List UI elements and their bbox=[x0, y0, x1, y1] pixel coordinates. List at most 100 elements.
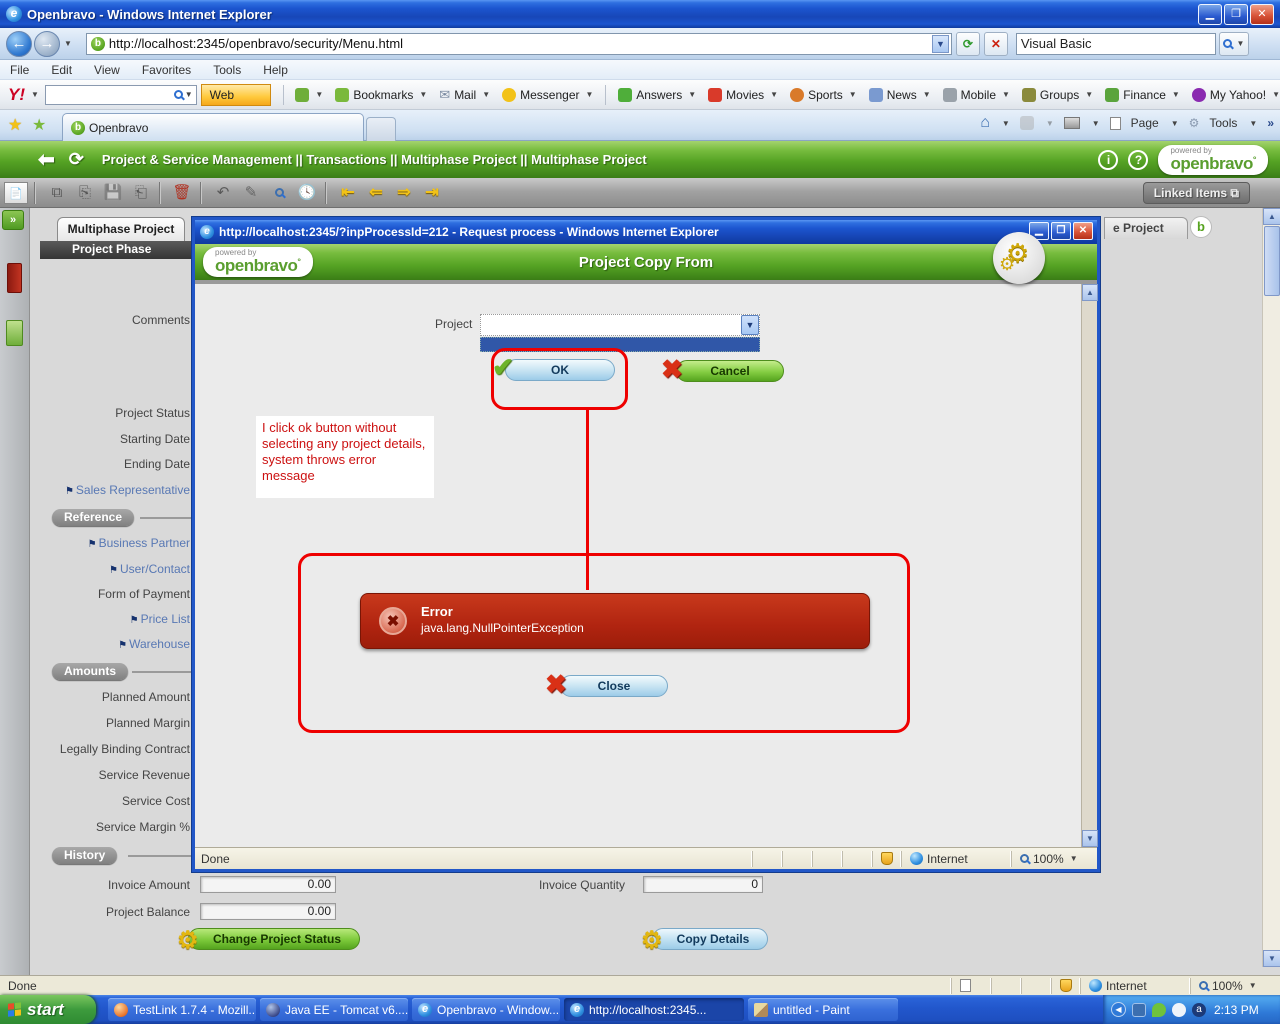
forward-button[interactable]: → bbox=[34, 30, 60, 57]
section-history[interactable]: History bbox=[52, 847, 118, 864]
main-scrollbar[interactable]: ▲ ▼ bbox=[1262, 208, 1280, 967]
popup-maximize-button[interactable]: ❐ bbox=[1051, 222, 1071, 240]
tab-partial-right[interactable]: e Project bbox=[1104, 217, 1188, 239]
previous-record-icon[interactable]: ⇐ bbox=[364, 182, 388, 204]
taskbar-item-testlink[interactable]: TestLink 1.7.4 - Mozill... bbox=[108, 998, 256, 1021]
project-balance-field[interactable]: 0.00 bbox=[200, 903, 336, 920]
yahoo-messenger-button[interactable]: Messenger ▼ bbox=[502, 87, 593, 102]
taskbar-item-openbravo[interactable]: e Openbravo - Window... bbox=[412, 998, 560, 1021]
popup-scrollbar[interactable]: ▲ ▼ bbox=[1081, 284, 1098, 847]
print-icon[interactable] bbox=[1063, 117, 1080, 129]
yahoo-answers-button[interactable]: Answers ▼ bbox=[618, 87, 696, 102]
field-link-label[interactable]: ⚑ Warehouse bbox=[30, 637, 190, 651]
green-grid-icon[interactable] bbox=[6, 320, 23, 346]
popup-zoom-level[interactable]: 100% bbox=[1033, 852, 1064, 866]
cancel-button[interactable]: ✖ Cancel bbox=[661, 354, 784, 384]
page-menu[interactable]: Page bbox=[1131, 116, 1159, 130]
help-icon[interactable]: ? bbox=[1128, 149, 1149, 170]
search-options-icon[interactable]: ▼ bbox=[1236, 39, 1244, 48]
tools-menu[interactable]: Tools bbox=[1209, 116, 1237, 130]
minimize-button[interactable]: ▁ bbox=[1198, 4, 1222, 25]
invoice-amount-field[interactable]: 0.00 bbox=[200, 876, 336, 893]
grid-search-icon[interactable] bbox=[267, 182, 291, 204]
yahoo-movies-button[interactable]: Movies ▼ bbox=[708, 87, 778, 102]
history-dropdown-icon[interactable]: ▼ bbox=[64, 39, 72, 48]
yahoo-search-caret-icon[interactable]: ▼ bbox=[185, 90, 193, 99]
yahoo-my-yahoo-button[interactable]: My Yahoo! ▼ bbox=[1191, 87, 1280, 102]
red-notebook-icon[interactable] bbox=[7, 263, 22, 293]
messenger-status-icon[interactable] bbox=[1152, 1002, 1166, 1017]
field-link-label[interactable]: ⚑ Sales Representative bbox=[30, 483, 190, 497]
yahoo-mail-button[interactable]: ✉ Mail ▼ bbox=[439, 87, 490, 103]
address-url[interactable]: http://localhost:2345/openbravo/security… bbox=[109, 36, 932, 51]
last-record-icon[interactable]: ⇥ bbox=[420, 182, 444, 204]
yahoo-finance-button[interactable]: Finance ▼ bbox=[1105, 87, 1180, 102]
attachment-icon[interactable]: ✎ bbox=[239, 182, 263, 204]
linked-items-button[interactable]: Linked Items ⧉ bbox=[1142, 182, 1250, 204]
home-caret-icon[interactable]: ▼ bbox=[1002, 119, 1010, 128]
field-link-label[interactable]: ⚑ Business Partner bbox=[30, 536, 190, 550]
menu-favorites[interactable]: Favorites bbox=[142, 63, 191, 77]
yahoo-logo-caret-icon[interactable]: ▼ bbox=[31, 90, 39, 99]
refresh-button[interactable]: ⟳ bbox=[955, 31, 980, 56]
scroll-thumb[interactable] bbox=[1264, 226, 1280, 296]
invoice-quantity-field[interactable]: 0 bbox=[643, 876, 763, 893]
ok-button[interactable]: ✔ OK bbox=[492, 352, 615, 382]
close-button[interactable]: ✕ bbox=[1250, 4, 1274, 25]
zoom-caret-icon[interactable]: ▼ bbox=[1070, 854, 1078, 863]
address-bar[interactable]: b http://localhost:2345/openbravo/securi… bbox=[85, 32, 952, 55]
field-link-label[interactable]: ⚑ User/Contact bbox=[30, 562, 190, 576]
yahoo-sports-button[interactable]: Sports ▼ bbox=[790, 87, 857, 102]
updates-icon[interactable]: a bbox=[1192, 1002, 1206, 1017]
browser-tab-openbravo[interactable]: b Openbravo bbox=[62, 113, 364, 141]
delete-icon[interactable]: 🗑 bbox=[170, 182, 194, 204]
tab-multiphase-project[interactable]: Multiphase Project bbox=[57, 217, 185, 241]
scroll-up-icon[interactable]: ▲ bbox=[1263, 208, 1280, 225]
balloon-icon[interactable] bbox=[1172, 1002, 1186, 1017]
popup-close-button[interactable]: ✕ bbox=[1073, 222, 1093, 240]
tools-caret-icon[interactable]: ▼ bbox=[1249, 119, 1257, 128]
menu-view[interactable]: View bbox=[94, 63, 120, 77]
display-settings-icon[interactable] bbox=[1132, 1002, 1146, 1017]
menu-tools[interactable]: Tools bbox=[213, 63, 241, 77]
start-button[interactable]: start bbox=[0, 995, 96, 1024]
close-error-button[interactable]: ✖ Close bbox=[545, 669, 668, 699]
add-favorite-icon[interactable]: ★ bbox=[32, 115, 46, 135]
menu-file[interactable]: File bbox=[10, 63, 29, 77]
taskbar-item-eclipse[interactable]: Java EE - Tomcat v6.... bbox=[260, 998, 408, 1021]
yahoo-my-web-button[interactable]: ▼ bbox=[295, 87, 323, 102]
yahoo-mobile-button[interactable]: Mobile ▼ bbox=[942, 87, 1010, 102]
popup-scroll-down-icon[interactable]: ▼ bbox=[1082, 830, 1098, 847]
tray-collapse-icon[interactable]: ◀ bbox=[1111, 1002, 1126, 1017]
section-amounts[interactable]: Amounts bbox=[52, 663, 128, 680]
home-icon[interactable]: ⌂ bbox=[980, 114, 990, 132]
yahoo-groups-button[interactable]: Groups ▼ bbox=[1021, 87, 1093, 102]
popup-scroll-up-icon[interactable]: ▲ bbox=[1082, 284, 1098, 301]
more-toolbar-chevron[interactable]: » bbox=[1267, 116, 1274, 130]
back-button[interactable]: ← bbox=[6, 30, 32, 57]
taskbar-item-paint[interactable]: untitled - Paint bbox=[748, 998, 898, 1021]
scroll-down-icon[interactable]: ▼ bbox=[1263, 950, 1280, 967]
change-project-status-button[interactable]: ⚙ Change Project Status bbox=[177, 927, 360, 954]
first-record-icon[interactable]: ⇤ bbox=[336, 182, 360, 204]
tab-project-phase[interactable]: Project Phase bbox=[40, 241, 192, 259]
expand-menu-button[interactable]: » bbox=[2, 210, 24, 230]
search-button[interactable]: ▼ bbox=[1218, 31, 1249, 56]
address-dropdown-icon[interactable]: ▼ bbox=[931, 34, 949, 53]
app-refresh-icon[interactable]: ⟳ bbox=[69, 149, 84, 170]
zoom-caret-icon[interactable]: ▼ bbox=[1249, 981, 1257, 990]
project-select[interactable]: ▼ bbox=[480, 314, 760, 336]
copy-details-button[interactable]: ⚙ Copy Details bbox=[641, 927, 768, 954]
menu-edit[interactable]: Edit bbox=[51, 63, 72, 77]
menu-help[interactable]: Help bbox=[263, 63, 288, 77]
yahoo-bookmarks-button[interactable]: Bookmarks ▼ bbox=[335, 87, 427, 102]
yahoo-news-button[interactable]: News ▼ bbox=[868, 87, 931, 102]
page-caret-icon[interactable]: ▼ bbox=[1171, 119, 1179, 128]
taskbar-item-localhost[interactable]: e http://localhost:2345... bbox=[564, 998, 744, 1021]
search-input[interactable]: Visual Basic bbox=[1015, 32, 1216, 55]
next-record-icon[interactable]: ⇒ bbox=[392, 182, 416, 204]
print-caret-icon[interactable]: ▼ bbox=[1092, 119, 1100, 128]
section-reference[interactable]: Reference bbox=[52, 509, 135, 526]
app-back-icon[interactable]: ⬅ bbox=[38, 147, 55, 172]
new-record-icon[interactable]: 📄 bbox=[4, 181, 28, 204]
